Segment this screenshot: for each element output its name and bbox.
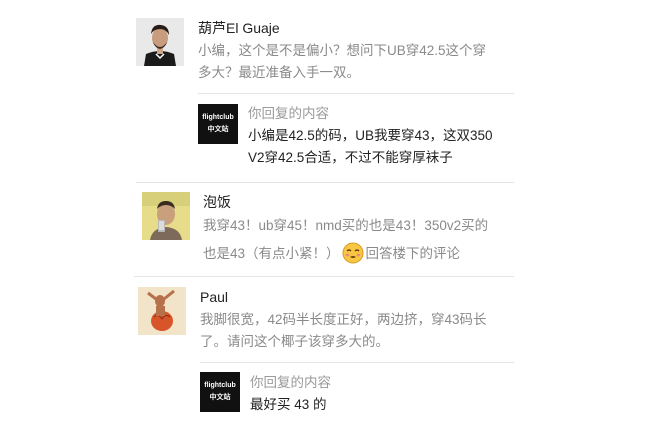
reply-label: 你回复的内容 [248, 106, 329, 121]
logo-text: flightclub [204, 382, 236, 389]
reply-text-line: 最好买 43 的 [250, 397, 327, 412]
reply-text: 最好买 43 的 [250, 394, 331, 416]
reply-block: flightclub 中文站 你回复的内容 最好买 43 的 [200, 362, 514, 433]
comment-text-line: 多大？最近准备入手一双。 [198, 65, 360, 80]
username[interactable]: 葫芦El Guaje [198, 18, 514, 38]
comment-body: 泡饭 我穿43！ub穿45！nmd买的也是43！350v2买的 也是43（有点小… [203, 192, 514, 274]
logo-text: 中文站 [209, 394, 231, 401]
comment-text-segment: 回答楼下的评论 [365, 246, 461, 261]
logo-text: flightclub [202, 114, 234, 121]
username[interactable]: Paul [200, 287, 514, 307]
username[interactable]: 泡饭 [203, 192, 514, 212]
comment-text-line: 了。请问这个椰子该穿多大的。 [200, 334, 389, 349]
reply-block: flightclub 中文站 你回复的内容 小编是42.5的码，UB我要穿43，… [198, 93, 514, 168]
flightclub-logo: flightclub 中文站 [200, 372, 240, 412]
reply-label: 你回复的内容 [250, 375, 331, 390]
comment-text-line: 我穿43！ub穿45！nmd买的也是43！350v2买的 [203, 218, 489, 233]
comment-text: 我脚很宽，42码半长度正好，两边挤，穿43码长 了。请问这个椰子该穿多大的。 [200, 309, 514, 353]
comment-text-segment: 也是43（有点小紧！） [203, 246, 340, 261]
reply-text: 小编是42.5的码，UB我要穿43，这双350 V2穿42.5合适，不过不能穿厚… [248, 125, 493, 169]
comment-body: 葫芦El Guaje 小编，这个是不是偏小？想问下UB穿42.5这个穿 多大？最… [198, 18, 514, 84]
avatar[interactable] [142, 192, 190, 240]
divider [136, 182, 514, 183]
comment-body: Paul 我脚很宽，42码半长度正好，两边挤，穿43码长 了。请问这个椰子该穿多… [200, 287, 514, 353]
divider [134, 276, 514, 277]
reply-text-line: 小编是42.5的码，UB我要穿43，这双350 [248, 128, 493, 143]
flightclub-logo: flightclub 中文站 [198, 104, 238, 144]
comment-text-line: 小编，这个是不是偏小？想问下UB穿42.5这个穿 [198, 43, 487, 58]
reply-text-line: V2穿42.5合适，不过不能穿厚袜子 [248, 150, 453, 165]
comment-text-line: 我脚很宽，42码半长度正好，两边挤，穿43码长 [200, 312, 487, 327]
comment-text: 小编，这个是不是偏小？想问下UB穿42.5这个穿 多大？最近准备入手一双。 [198, 40, 514, 84]
smiley-face-icon [342, 242, 364, 274]
avatar[interactable] [138, 287, 186, 335]
comment-text: 我穿43！ub穿45！nmd买的也是43！350v2买的 也是43（有点小紧！）… [203, 212, 514, 274]
reply-body: 你回复的内容 小编是42.5的码，UB我要穿43，这双350 V2穿42.5合适… [248, 104, 493, 169]
avatar[interactable] [136, 18, 184, 66]
comment-text-line: 也是43（有点小紧！） 回答楼下的评论 [203, 240, 514, 274]
reply-body: 你回复的内容 最好买 43 的 [250, 373, 331, 416]
logo-text: 中文站 [207, 126, 229, 133]
